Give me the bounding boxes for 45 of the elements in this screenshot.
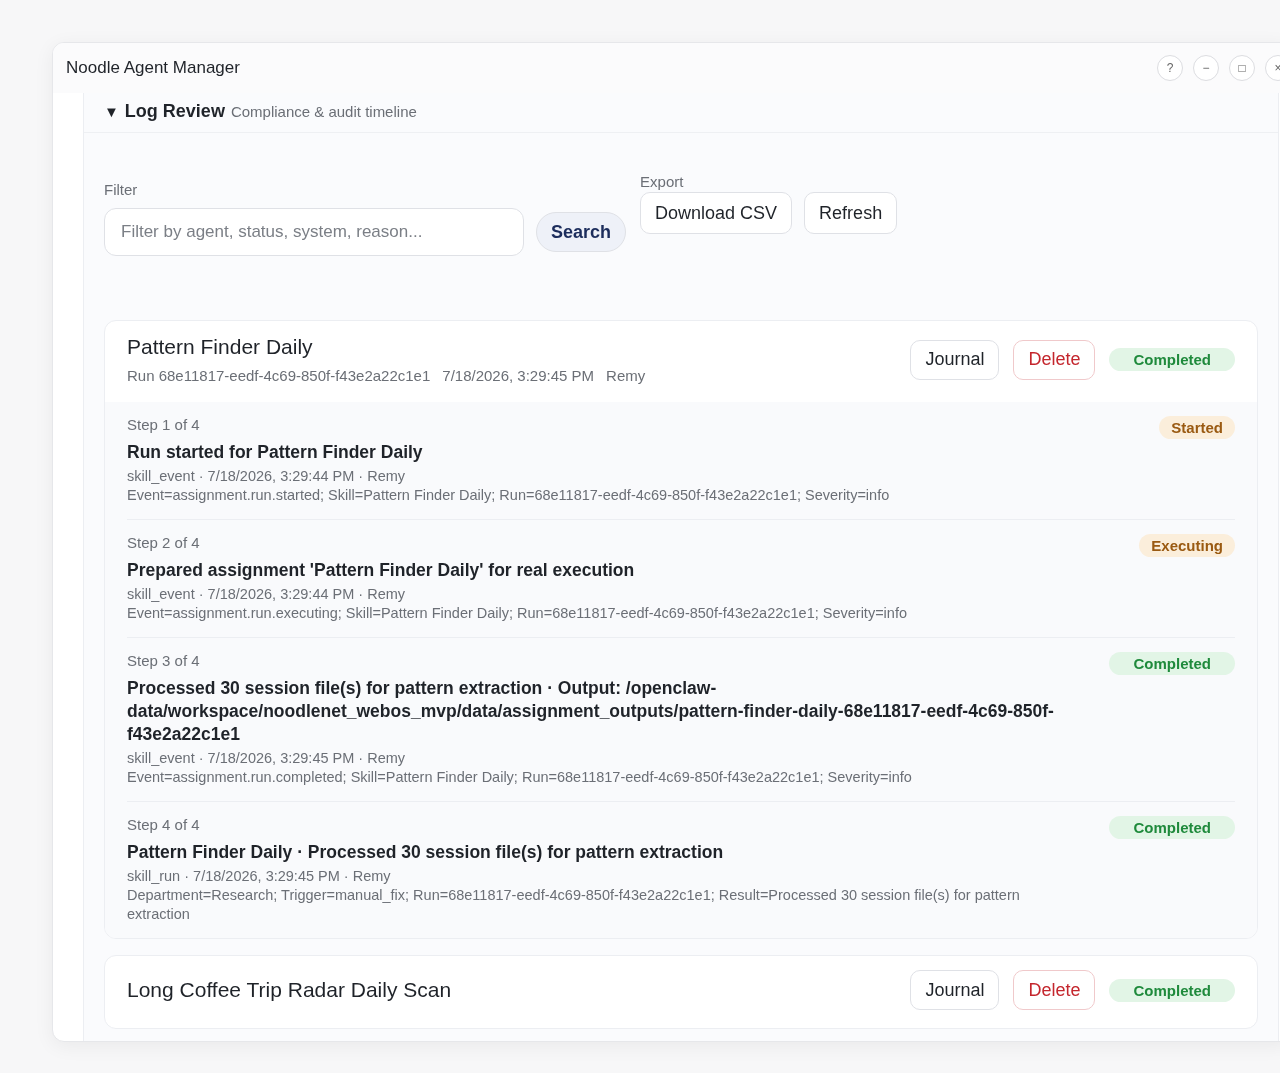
journal-button[interactable]: Journal bbox=[910, 970, 1000, 1010]
step-detail: Event=assignment.run.executing; Skill=Pattern Finder Daily; Run=68e11817-eedf-4c69-850f-f43e2a22c1e1; Severity=info bbox=[127, 604, 908, 623]
run-meta-text: Remy bbox=[606, 367, 646, 384]
status-badge: Completed bbox=[1109, 652, 1235, 675]
run-title: Long Coffee Trip Radar Daily Scan bbox=[127, 978, 453, 1002]
window-control-button[interactable]: □ bbox=[1229, 55, 1255, 81]
status-badge: Started bbox=[1159, 416, 1235, 439]
window-title: Noodle Agent Manager bbox=[66, 58, 240, 78]
step-detail: Event=assignment.run.completed; Skill=Pattern Finder Daily; Run=68e11817-eedf-4c69-850f-f43e2a22c1e1; Severity=info bbox=[127, 768, 913, 787]
step-title: Processed 30 session file(s) for pattern extraction · Output: /openclaw-data/workspace/noodlenet_webos_mvp/data/assignment_outputs/pattern-finder-daily-68e11817-eedf-4c69-850f-f43e2a22c1e1 bbox=[127, 677, 1055, 746]
collapse-toggle[interactable]: ▼ bbox=[104, 103, 119, 120]
filter-input-field[interactable]: Filter by agent, status, system, reason... bbox=[104, 208, 524, 256]
step-number: Step 4 of 4 bbox=[127, 816, 201, 833]
window-control-button[interactable]: − bbox=[1193, 55, 1219, 81]
step-detail: Department=Research; Trigger=manual_fix; Run=68e11817-eedf-4c69-850f-f43e2a22c1e1; Result=Processed 30 session file(s) for pattern extraction bbox=[127, 886, 1021, 924]
export-label: Export bbox=[640, 173, 685, 190]
status-badge: Executing bbox=[1139, 534, 1235, 557]
window-control-button[interactable]: ? bbox=[1157, 55, 1183, 81]
window-control-button[interactable]: × bbox=[1265, 55, 1280, 81]
export-button[interactable]: Refresh bbox=[804, 192, 898, 234]
step-title: Prepared assignment 'Pattern Finder Daily' for real execution bbox=[127, 559, 636, 582]
step-meta: skill_event · 7/18/2026, 3:29:44 PM · Remy bbox=[127, 467, 407, 486]
search-button[interactable]: Search bbox=[536, 212, 627, 252]
step-number: Step 1 of 4 bbox=[127, 416, 201, 433]
step-number: Step 2 of 4 bbox=[127, 534, 201, 551]
delete-button[interactable]: Delete bbox=[1013, 970, 1096, 1010]
run-meta-text: Run 68e11817-eedf-4c69-850f-f43e2a22c1e1 bbox=[127, 367, 431, 384]
step-number: Step 3 of 4 bbox=[127, 652, 201, 669]
step-title: Pattern Finder Daily · Processed 30 session file(s) for pattern extraction bbox=[127, 841, 725, 864]
journal-button[interactable]: Journal bbox=[910, 339, 1000, 380]
step-title: Run started for Pattern Finder Daily bbox=[127, 441, 424, 464]
export-button[interactable]: Download CSV bbox=[640, 192, 793, 234]
filter-label: Filter bbox=[104, 181, 139, 198]
step-meta: skill_event · 7/18/2026, 3:29:44 PM · Remy bbox=[127, 585, 407, 604]
section-title: Log Review bbox=[124, 101, 225, 122]
run-meta-text: 7/18/2026, 3:29:45 PM bbox=[442, 367, 595, 384]
step-detail: Event=assignment.run.started; Skill=Pattern Finder Daily; Run=68e11817-eedf-4c69-850f-f43e2a22c1e1; Severity=info bbox=[127, 486, 891, 505]
run-title: Pattern Finder Daily bbox=[127, 335, 314, 359]
step-meta: skill_run · 7/18/2026, 3:29:45 PM · Remy bbox=[127, 867, 392, 886]
status-badge: Completed bbox=[1109, 816, 1235, 839]
section-subtitle: Compliance & audit timeline bbox=[230, 103, 417, 120]
status-badge: Completed bbox=[1109, 348, 1235, 371]
status-badge: Completed bbox=[1109, 978, 1235, 1002]
delete-button[interactable]: Delete bbox=[1013, 339, 1096, 380]
step-meta: skill_event · 7/18/2026, 3:29:45 PM · Remy bbox=[127, 749, 407, 768]
